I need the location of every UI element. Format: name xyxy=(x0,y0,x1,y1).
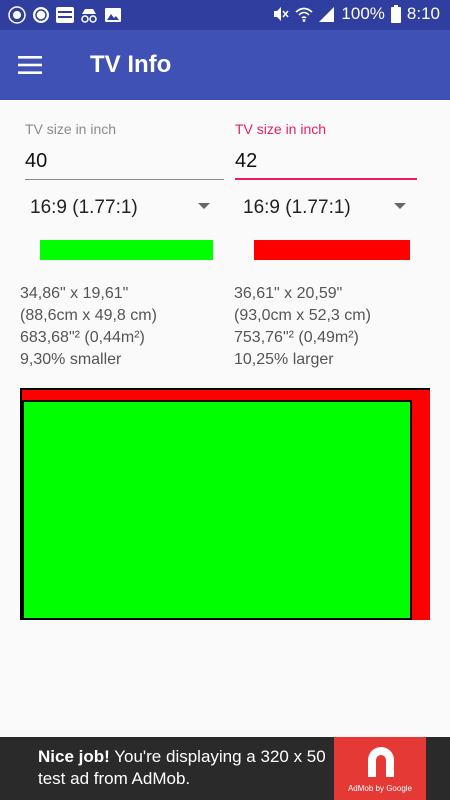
signal-icon xyxy=(319,7,335,22)
incognito-icon xyxy=(81,9,97,23)
ad-caption: AdMob by Google xyxy=(347,784,413,793)
dropdown-arrow-icon xyxy=(394,203,406,209)
tv1-size-label: TV size in inch xyxy=(25,121,117,137)
tv1-dimensions-cm: (88,6cm x 49,8 cm) xyxy=(20,307,157,324)
size-comparison-canvas xyxy=(20,388,430,620)
app-bar: TV Info xyxy=(0,30,450,100)
hamburger-menu-icon xyxy=(18,56,42,74)
tv2-ratio-value: 16:9 (1.77:1) xyxy=(243,197,351,218)
clock: 8:10 xyxy=(406,4,440,23)
tv2-comparison: 10,25% larger xyxy=(234,351,334,368)
tv2-ratio-select[interactable]: 16:9 (1.77:1) xyxy=(243,192,418,224)
admob-logo[interactable]: AdMob by Google xyxy=(334,737,426,800)
tv1-comparison: 9,30% smaller xyxy=(20,351,122,368)
ad-text: Nice job! You're displaying a 320 x 50 t… xyxy=(38,746,338,790)
tv2-size-label: TV size in inch xyxy=(235,121,327,137)
ad-headline: Nice job! xyxy=(38,747,110,766)
tv2-dimensions-cm: (93,0cm x 52,3 cm) xyxy=(234,307,371,324)
battery-percent: 100% xyxy=(341,4,385,23)
menu-button[interactable] xyxy=(10,45,50,85)
status-bar: 100% 8:10 xyxy=(0,0,450,30)
tv1-dimensions-in: 34,86" x 19,61" xyxy=(20,285,129,302)
admob-icon xyxy=(368,747,394,777)
tv1-ratio-value: 16:9 (1.77:1) xyxy=(30,197,138,218)
wifi-icon xyxy=(295,7,313,22)
tv1-size-input[interactable] xyxy=(25,144,224,180)
selma-app-icon xyxy=(56,7,74,23)
battery-icon xyxy=(390,5,401,23)
app-seal-icon xyxy=(8,6,26,24)
tv1-info: 34,86" x 19,61" (88,6cm x 49,8 cm) 683,6… xyxy=(20,283,157,371)
notification-icons xyxy=(8,6,122,24)
dropdown-arrow-icon xyxy=(198,203,210,209)
mute-icon xyxy=(274,7,289,21)
page-title: TV Info xyxy=(90,51,172,78)
ad-banner[interactable]: Nice job! You're displaying a 320 x 50 t… xyxy=(0,737,450,800)
tv2-color-swatch xyxy=(254,240,410,260)
tv1-color-swatch xyxy=(40,240,213,260)
app-seal-icon xyxy=(33,7,49,23)
tv1-size-rect xyxy=(22,400,412,620)
tv2-info: 36,61" x 20,59" (93,0cm x 52,3 cm) 753,7… xyxy=(234,283,371,371)
image-icon xyxy=(105,8,121,22)
system-status: 100% 8:10 xyxy=(271,4,440,24)
tv2-dimensions-in: 36,61" x 20,59" xyxy=(234,285,343,302)
tv1-area: 683,68"² (0,44m²) xyxy=(20,329,145,346)
tv1-ratio-select[interactable]: 16:9 (1.77:1) xyxy=(30,192,220,224)
tv2-size-input[interactable] xyxy=(235,144,417,180)
tv2-area: 753,76"² (0,49m²) xyxy=(234,329,359,346)
